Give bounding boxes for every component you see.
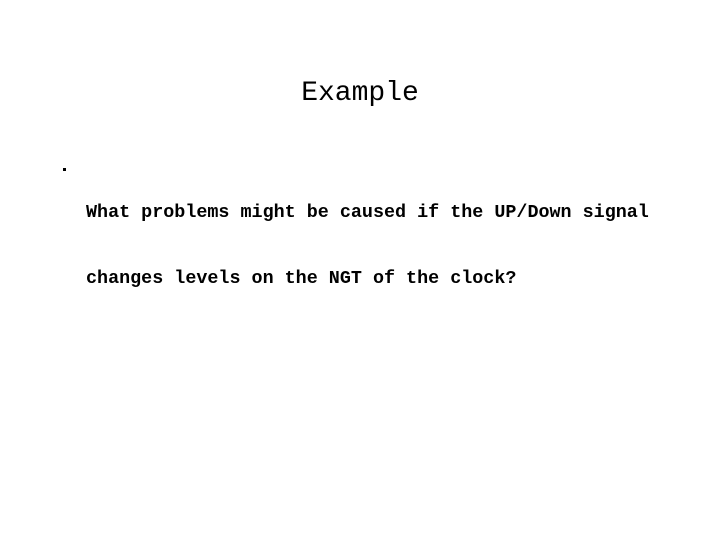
bullet-list: What problems might be caused if the UP/… [58, 158, 696, 344]
page-title: Example [301, 78, 419, 109]
list-item: What problems might be caused if the UP/… [58, 158, 696, 334]
slide-canvas: Example What problems might be caused if… [0, 0, 720, 540]
bullet-dot-icon [63, 168, 66, 171]
bullet-text-line: What problems might be caused if the UP/… [86, 202, 649, 223]
bullet-text-line: changes levels on the NGT of the clock? [86, 268, 517, 289]
bullet-text: What problems might be caused if the UP/… [86, 158, 696, 334]
